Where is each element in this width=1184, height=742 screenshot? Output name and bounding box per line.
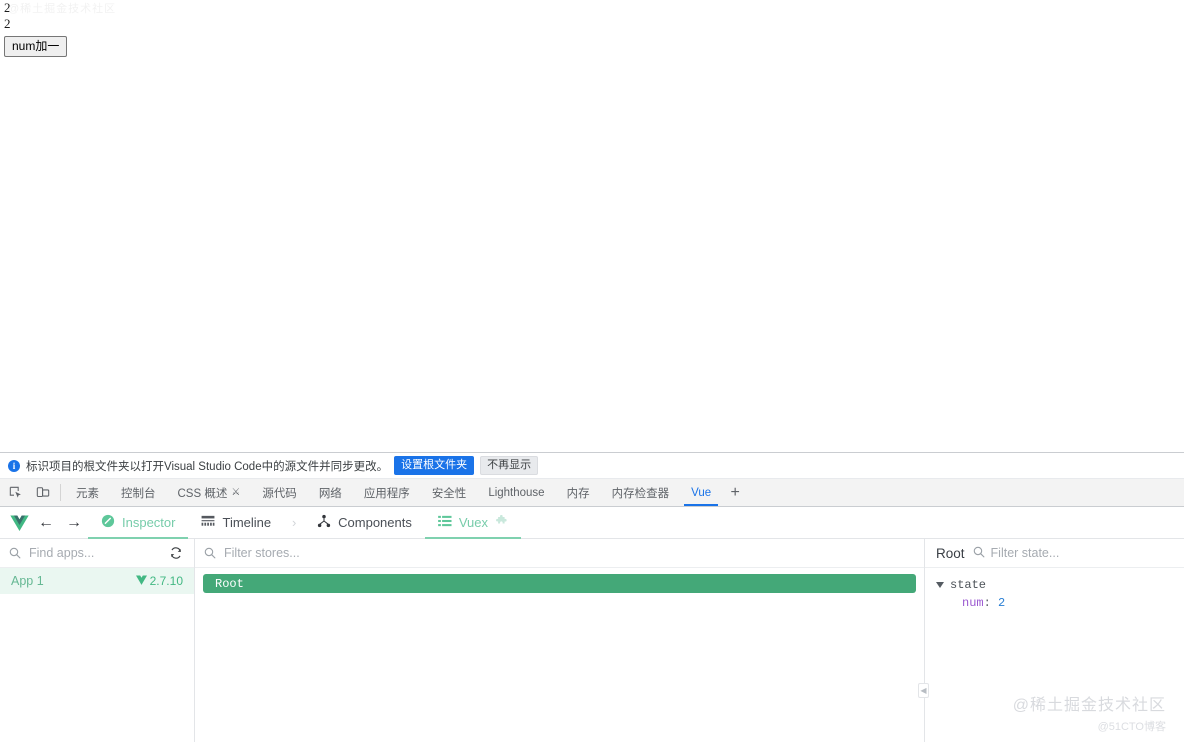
state-entry-value: 2 — [998, 596, 1006, 610]
chevron-right-icon: › — [291, 515, 297, 530]
tab-label: Lighthouse — [488, 486, 545, 499]
timeline-icon — [201, 515, 215, 530]
state-entry-row[interactable]: num: 2 — [925, 594, 1184, 612]
add-tab-icon[interactable]: + — [722, 479, 748, 506]
flask-icon: ⚔ — [231, 487, 241, 498]
store-list: Root — [195, 568, 924, 593]
vue-devtools-root: ← → Inspector Timeline › Components Vuex… — [0, 507, 1184, 742]
vue-tab-label: Timeline — [222, 515, 272, 530]
state-entry-colon: : — [983, 596, 999, 610]
vue-tab-label: Components — [338, 515, 412, 530]
search-icon — [973, 546, 985, 561]
tab-label: 网络 — [318, 487, 342, 500]
devtools-tab-css-overview[interactable]: CSS 概述 ⚔ — [167, 479, 252, 506]
nav-back-icon[interactable]: ← — [32, 507, 60, 538]
devtools-tab-security[interactable]: 安全性 — [421, 479, 478, 506]
puzzle-icon — [495, 514, 508, 531]
web-page-viewport: @稀土掘金技术社区 2 2 num加一 — [0, 0, 1184, 452]
tab-label: Vue — [691, 486, 712, 499]
find-apps-search-row[interactable]: Find apps... — [0, 539, 194, 568]
tab-label: 安全性 — [431, 487, 467, 500]
devtools-tab-memory-inspector[interactable]: 内存检查器 — [601, 479, 681, 506]
inspector-icon — [101, 514, 115, 531]
app-name: App 1 — [11, 574, 44, 588]
search-icon — [204, 547, 217, 559]
state-pane-title: Root — [936, 545, 965, 561]
inspect-element-icon[interactable] — [2, 479, 29, 506]
dont-show-again-button[interactable]: 不再显示 — [480, 456, 539, 475]
filter-stores-search-row[interactable]: Filter stores... — [195, 539, 924, 568]
info-icon: i — [8, 459, 20, 472]
notification-text: 标识项目的根文件夹以打开Visual Studio Code中的源文件并同步更改… — [26, 460, 389, 473]
vuex-list-icon — [438, 515, 452, 530]
devtools-tab-elements[interactable]: 元素 — [65, 479, 110, 506]
vue-badge-icon — [135, 574, 147, 588]
nav-forward-icon[interactable]: → — [60, 507, 88, 538]
chevron-down-icon — [936, 581, 945, 590]
devtools-tab-application[interactable]: 应用程序 — [353, 479, 421, 506]
watermark-secondary: @51CTO博客 — [1097, 721, 1166, 733]
page-top-watermark: @稀土掘金技术社区 — [8, 3, 117, 15]
vue-tab-components[interactable]: Components — [304, 507, 425, 538]
find-apps-input[interactable]: Find apps... — [29, 546, 162, 560]
page-text-line-2: 2 — [4, 16, 11, 31]
chevron-left-icon[interactable]: ◀ — [918, 683, 929, 698]
apps-pane: Find apps... App 1 2.7.10 — [0, 539, 195, 742]
watermark-primary: @稀土掘金技术社区 — [1012, 697, 1166, 714]
tab-bar-divider — [60, 484, 61, 501]
devtools-tab-console[interactable]: 控制台 — [110, 479, 167, 506]
state-group-label: state — [950, 578, 987, 592]
vue-tab-label: Vuex — [458, 515, 489, 530]
store-label: Root — [215, 576, 244, 591]
vue-tab-timeline[interactable]: Timeline — [188, 507, 284, 538]
devtools-panel: i 标识项目的根文件夹以打开Visual Studio Code中的源文件并同步… — [0, 452, 1184, 742]
num-increment-button[interactable]: num加一 — [4, 36, 68, 57]
devtools-tab-vue[interactable]: Vue — [680, 479, 722, 506]
devtools-tab-lighthouse[interactable]: Lighthouse — [477, 479, 555, 506]
tab-label: 内存检查器 — [611, 487, 670, 500]
app-list-item[interactable]: App 1 2.7.10 — [0, 568, 194, 594]
state-tree: state num: 2 — [925, 568, 1184, 612]
search-icon — [9, 547, 22, 559]
tab-label: 源代码 — [262, 487, 297, 500]
devtools-tab-memory[interactable]: 内存 — [556, 479, 601, 506]
tab-label: CSS 概述 — [177, 487, 228, 500]
device-toolbar-icon[interactable] — [29, 479, 56, 506]
vue-tab-inspector[interactable]: Inspector — [88, 507, 189, 539]
filter-stores-input[interactable]: Filter stores... — [224, 546, 915, 560]
workspace-notification-bar: i 标识项目的根文件夹以打开Visual Studio Code中的源文件并同步… — [0, 453, 1184, 479]
vue-logo-icon — [6, 507, 32, 538]
set-root-folder-button[interactable]: 设置根文件夹 — [394, 456, 475, 475]
state-pane-header: Root Filter state... — [925, 539, 1184, 568]
devtools-tab-sources[interactable]: 源代码 — [251, 479, 308, 506]
vue-tab-label: Inspector — [122, 515, 176, 530]
page-text-line-1: 2 — [4, 0, 11, 15]
tab-label: 控制台 — [121, 487, 156, 500]
tab-label: 内存 — [566, 487, 590, 500]
vue-tab-vuex[interactable]: Vuex — [424, 507, 522, 539]
store-list-item[interactable]: Root — [203, 574, 916, 593]
tab-label: 应用程序 — [363, 487, 410, 500]
filter-state-search-row[interactable]: Filter state... — [973, 546, 1060, 561]
components-icon — [317, 514, 331, 531]
devtools-tab-network[interactable]: 网络 — [308, 479, 353, 506]
app-version-label: 2.7.10 — [149, 574, 183, 588]
stores-pane: Filter stores... Root ◀ — [195, 539, 929, 742]
state-group-node[interactable]: state — [925, 576, 1184, 594]
refresh-icon[interactable] — [169, 546, 185, 560]
state-entry-key: num — [962, 596, 984, 610]
vue-devtools-body: Find apps... App 1 2.7.10 Filter stores.… — [0, 539, 1184, 742]
filter-state-input[interactable]: Filter state... — [991, 546, 1060, 560]
vue-toolbar: ← → Inspector Timeline › Components Vuex — [0, 507, 1184, 539]
app-version: 2.7.10 — [135, 574, 183, 588]
tab-label: 元素 — [76, 487, 99, 500]
devtools-tab-bar: 元素 控制台 CSS 概述 ⚔ 源代码 网络 应用程序 安全性 Lighthou… — [0, 479, 1184, 507]
